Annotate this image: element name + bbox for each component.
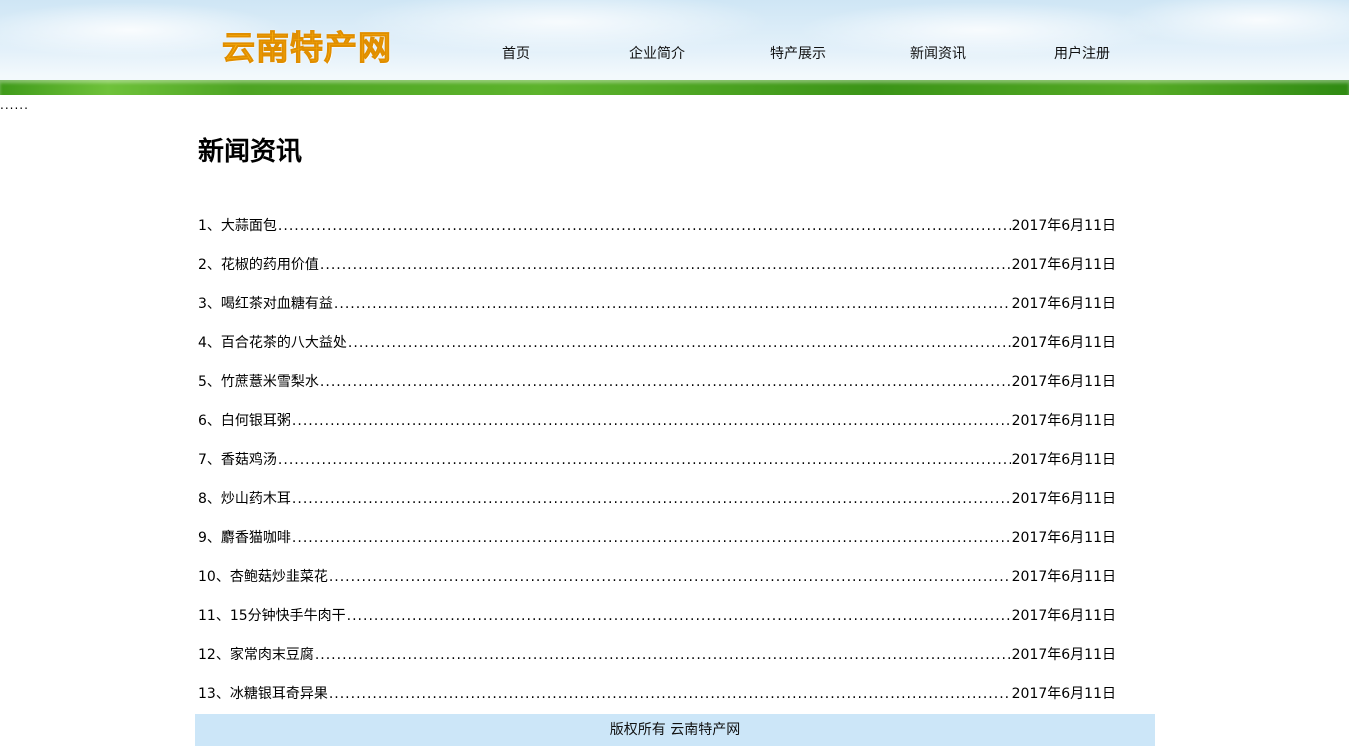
news-item[interactable]: 7、香菇鸡汤 2017年6月11日	[198, 431, 1116, 470]
news-item-date: 2017年6月11日	[1011, 257, 1116, 273]
news-item-title[interactable]: 11、15分钟快手牛肉干	[198, 606, 346, 626]
news-item-leader-dots	[278, 450, 1011, 470]
site-header: 云南特产网 首页 企业简介 特产展示 新闻资讯 用户注册	[0, 0, 1349, 95]
news-item-title[interactable]: 13、冰糖银耳奇异果	[198, 684, 328, 704]
site-footer: 版权所有 云南特产网	[195, 714, 1155, 746]
news-item-leader-dots	[329, 567, 1011, 587]
news-item-title[interactable]: 7、香菇鸡汤	[198, 450, 277, 470]
news-item-leader-dots	[347, 606, 1011, 626]
news-item-date: 2017年6月11日	[1011, 608, 1116, 624]
news-item-date: 2017年6月11日	[1011, 569, 1116, 585]
news-item-title[interactable]: 1、大蒜面包	[198, 216, 277, 236]
news-item[interactable]: 12、家常肉末豆腐 2017年6月11日	[198, 626, 1116, 665]
news-item[interactable]: 11、15分钟快手牛肉干 2017年6月11日	[198, 587, 1116, 626]
news-item-date: 2017年6月11日	[1011, 647, 1116, 663]
news-item-title[interactable]: 3、喝红茶对血糖有益	[198, 294, 333, 314]
news-item-title[interactable]: 6、白何银耳粥	[198, 411, 291, 431]
news-item-date: 2017年6月11日	[1011, 218, 1116, 234]
news-item-title[interactable]: 10、杏鲍菇炒韭菜花	[198, 567, 328, 587]
nav-home[interactable]: 首页	[502, 44, 530, 64]
news-item-leader-dots	[348, 333, 1011, 353]
news-item[interactable]: 1、大蒜面包 2017年6月11日	[198, 197, 1116, 236]
news-item-leader-dots	[292, 411, 1011, 431]
news-item-date: 2017年6月11日	[1011, 335, 1116, 351]
news-item[interactable]: 13、冰糖银耳奇异果 2017年6月11日	[198, 665, 1116, 704]
footer-copyright: 版权所有 云南特产网	[609, 722, 741, 738]
news-item-leader-dots	[315, 645, 1011, 665]
news-item-title[interactable]: 8、炒山药木耳	[198, 489, 291, 509]
news-item[interactable]: 6、白何银耳粥 2017年6月11日	[198, 392, 1116, 431]
news-item[interactable]: 5、竹蔗薏米雪梨水 2017年6月11日	[198, 353, 1116, 392]
top-dots-text: ......	[0, 98, 29, 112]
site-logo[interactable]: 云南特产网	[222, 28, 414, 68]
news-item-date: 2017年6月11日	[1011, 452, 1116, 468]
news-item[interactable]: 2、花椒的药用价值 2017年6月11日	[198, 236, 1116, 275]
news-item-date: 2017年6月11日	[1011, 413, 1116, 429]
news-item[interactable]: 4、百合花茶的八大益处 2017年6月11日	[198, 314, 1116, 353]
nav-register[interactable]: 用户注册	[1054, 44, 1110, 64]
news-item-date: 2017年6月11日	[1011, 686, 1116, 702]
news-item-leader-dots	[320, 372, 1011, 392]
news-item-title[interactable]: 4、百合花茶的八大益处	[198, 333, 347, 353]
nav-news[interactable]: 新闻资讯	[910, 44, 966, 64]
news-item-leader-dots	[278, 216, 1011, 236]
news-item-leader-dots	[292, 528, 1011, 548]
page-title: 新闻资讯	[198, 137, 303, 167]
news-item-leader-dots	[292, 489, 1011, 509]
news-item-title[interactable]: 12、家常肉末豆腐	[198, 645, 314, 665]
news-item[interactable]: 10、杏鲍菇炒韭菜花 2017年6月11日	[198, 548, 1116, 587]
nav-products[interactable]: 特产展示	[770, 44, 826, 64]
news-item-date: 2017年6月11日	[1011, 374, 1116, 390]
news-item-date: 2017年6月11日	[1011, 491, 1116, 507]
news-item-title[interactable]: 5、竹蔗薏米雪梨水	[198, 372, 319, 392]
nav-company-intro[interactable]: 企业简介	[629, 44, 685, 64]
header-green-band	[0, 80, 1349, 95]
news-item-leader-dots	[320, 255, 1011, 275]
news-item[interactable]: 9、麝香猫咖啡 2017年6月11日	[198, 509, 1116, 548]
news-item-leader-dots	[329, 684, 1011, 704]
news-item-title[interactable]: 9、麝香猫咖啡	[198, 528, 291, 548]
news-item[interactable]: 3、喝红茶对血糖有益 2017年6月11日	[198, 275, 1116, 314]
news-list: 1、大蒜面包 2017年6月11日 2、花椒的药用价值 2017年6月11日 3…	[198, 197, 1116, 704]
news-item[interactable]: 8、炒山药木耳 2017年6月11日	[198, 470, 1116, 509]
news-item-title[interactable]: 2、花椒的药用价值	[198, 255, 319, 275]
news-item-leader-dots	[334, 294, 1011, 314]
news-item-date: 2017年6月11日	[1011, 296, 1116, 312]
news-item-date: 2017年6月11日	[1011, 530, 1116, 546]
